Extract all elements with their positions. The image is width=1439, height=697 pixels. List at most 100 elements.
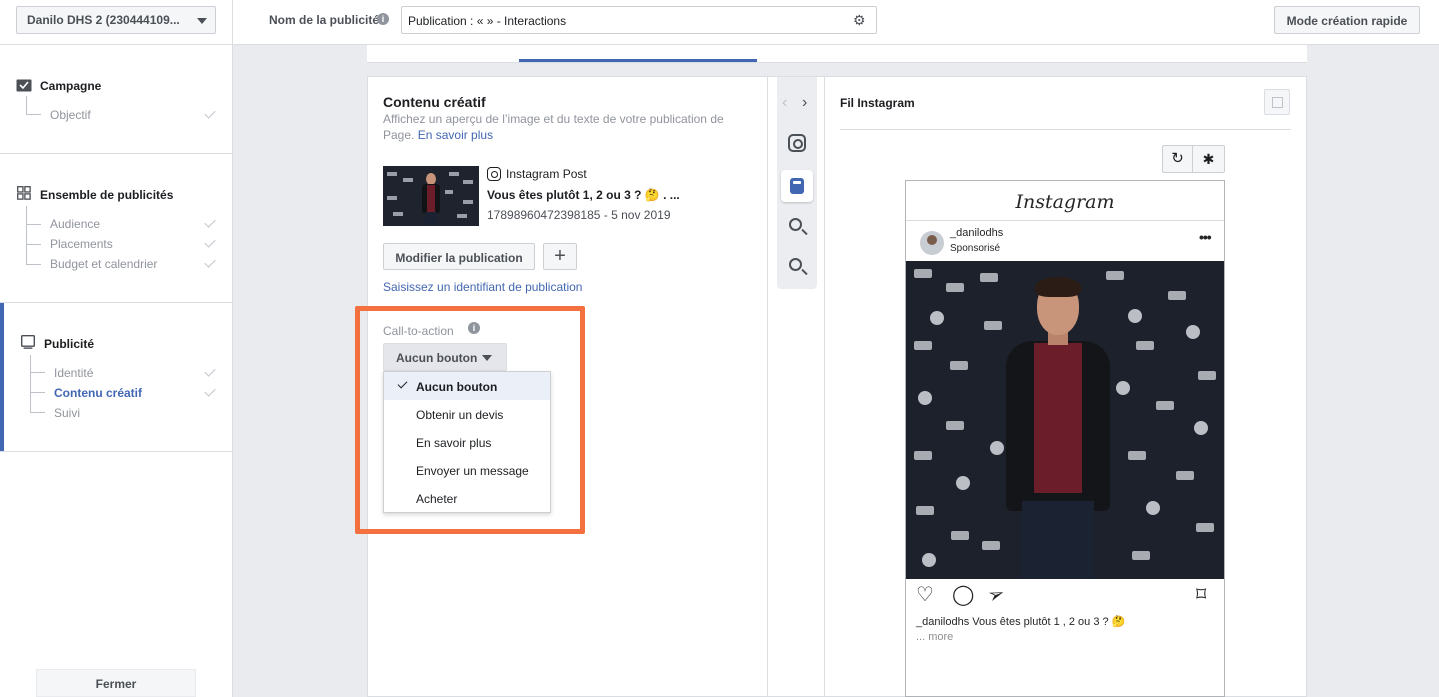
post-thumbnail-image [383, 166, 479, 226]
cta-option-obtenir-un-devis[interactable]: Obtenir un devis [384, 400, 550, 428]
sidebar-item-contenu-creatif[interactable]: Contenu créatif [54, 386, 142, 400]
cta-select[interactable]: Aucun bouton [383, 343, 507, 371]
check-icon [204, 365, 216, 377]
report-bug-button[interactable]: ✱ [1193, 145, 1225, 173]
bug-icon: ✱ [1202, 151, 1215, 167]
active-tab-indicator [519, 59, 757, 62]
ig-sponsored-label: Sponsorisé [950, 243, 1001, 254]
ig-post-photo [906, 261, 1224, 579]
add-button[interactable]: + [543, 243, 577, 270]
section-divider [0, 44, 232, 45]
sidebar-item-placements[interactable]: Placements [50, 237, 113, 251]
preview-title: Fil Instagram [840, 96, 915, 110]
check-icon [204, 385, 216, 397]
instagram-icon [788, 134, 806, 152]
cta-option-label: Aucun bouton [416, 380, 498, 394]
account-selector[interactable]: Danilo DHS 2 (230444109... [16, 6, 216, 34]
tree-line [26, 96, 27, 114]
send-icon[interactable]: ➢ [985, 582, 1008, 608]
section-divider [0, 451, 232, 452]
account-selector-label: Danilo DHS 2 (230444109... [27, 13, 180, 27]
tree-branch [30, 392, 45, 393]
ig-username: _danilodhs [950, 227, 1004, 239]
cta-option-en-savoir-plus[interactable]: En savoir plus [384, 428, 550, 456]
chevron-right-icon[interactable]: › [802, 94, 807, 112]
ig-more-link[interactable]: ... more [916, 631, 953, 643]
ad-name-input[interactable]: Publication : « » - Interactions [401, 6, 877, 34]
tree-branch [26, 244, 41, 245]
left-sidebar: Danilo DHS 2 (230444109... Campagne Obje… [0, 0, 233, 697]
cta-label: Call-to-action [383, 324, 454, 338]
adset-section-title[interactable]: Ensemble de publicités [40, 188, 173, 202]
chevron-left-icon[interactable]: ‹ [782, 94, 787, 112]
ad-name-value: Publication : « » - Interactions [408, 14, 567, 28]
cta-dropdown-menu: Aucun bouton Obtenir un devis En savoir … [383, 371, 551, 513]
refresh-icon: ↻ [1171, 150, 1184, 167]
cta-option-label: Obtenir un devis [416, 408, 504, 422]
tree-line [26, 206, 27, 264]
section-divider [0, 302, 232, 303]
open-external-button[interactable] [1264, 89, 1290, 115]
post-meta: 17898960472398185 - 5 nov 2019 [487, 208, 671, 222]
cta-option-envoyer-un-message[interactable]: Envoyer un message [384, 456, 550, 484]
check-icon [204, 236, 216, 248]
section-divider [0, 153, 232, 154]
sidebar-item-identite[interactable]: Identité [54, 366, 93, 380]
cta-option-aucun-bouton[interactable]: Aucun bouton [384, 372, 550, 400]
instagram-preview: Instagram _danilodhs Sponsorisé ••• ♡ ◯ … [905, 180, 1225, 697]
ig-action-bar: ♡ ◯ ➢ ⌑ [906, 579, 1224, 613]
adset-grid-icon [17, 186, 31, 200]
sidebar-item-suivi[interactable]: Suivi [54, 406, 80, 420]
gear-icon[interactable]: ⚙ [853, 12, 866, 29]
search-icon [789, 218, 802, 231]
creative-description: Affichez un aperçu de l’image et du text… [383, 111, 753, 143]
active-section-bar [0, 303, 4, 452]
quick-create-button[interactable]: Mode création rapide [1274, 6, 1420, 34]
placement-search-button[interactable] [781, 251, 813, 283]
info-icon[interactable]: i [377, 13, 389, 25]
ig-caption: _danilodhs Vous êtes plutôt 1 , 2 ou 3 ?… [916, 616, 1126, 628]
campaign-section-title[interactable]: Campagne [40, 79, 101, 93]
more-options-icon[interactable]: ••• [1199, 229, 1212, 245]
check-icon [397, 378, 408, 389]
cta-option-label: Acheter [416, 492, 458, 506]
preview-divider [840, 129, 1291, 130]
learn-more-link[interactable]: En savoir plus [418, 128, 493, 142]
tree-branch [30, 372, 45, 373]
campaign-folder-icon [16, 79, 32, 92]
chevron-down-icon [197, 18, 207, 24]
top-bar: Nom de la publicité i Publication : « » … [233, 0, 1439, 45]
check-icon [204, 107, 216, 119]
info-icon[interactable]: i [468, 322, 480, 334]
placement-switcher: ‹ › [767, 76, 825, 697]
edit-post-button[interactable]: Modifier la publication [383, 243, 535, 270]
cta-selected-value: Aucun bouton [396, 351, 478, 365]
cta-option-acheter[interactable]: Acheter [384, 484, 550, 512]
feed-icon [790, 178, 804, 194]
cta-option-label: Envoyer un message [416, 464, 529, 478]
refresh-button[interactable]: ↻ [1162, 145, 1193, 173]
avatar [920, 231, 944, 255]
ad-section-title[interactable]: Publicité [44, 337, 94, 351]
placement-explore-button[interactable] [781, 211, 813, 243]
placement-instagram-button[interactable] [781, 127, 813, 159]
ad-name-label: Nom de la publicité [269, 13, 380, 27]
heart-icon[interactable]: ♡ [916, 585, 934, 605]
tree-branch [26, 114, 41, 115]
post-thumbnail [383, 166, 479, 226]
chevron-down-icon [482, 355, 492, 361]
creative-title: Contenu créatif [383, 94, 486, 110]
instagram-header: Instagram [906, 181, 1224, 221]
sidebar-item-budget[interactable]: Budget et calendrier [50, 257, 157, 271]
post-id-link[interactable]: Saisissez un identifiant de publication [383, 280, 582, 294]
tree-line [30, 355, 31, 412]
sidebar-item-objectif[interactable]: Objectif [50, 108, 91, 122]
bookmark-icon[interactable]: ⌑ [1196, 585, 1206, 605]
check-icon [204, 256, 216, 268]
comment-icon[interactable]: ◯ [952, 585, 974, 605]
placement-feed-button[interactable] [781, 170, 813, 202]
close-button[interactable]: Fermer [36, 669, 196, 697]
sidebar-item-audience[interactable]: Audience [50, 217, 100, 231]
tree-branch [26, 264, 41, 265]
check-icon [204, 216, 216, 228]
